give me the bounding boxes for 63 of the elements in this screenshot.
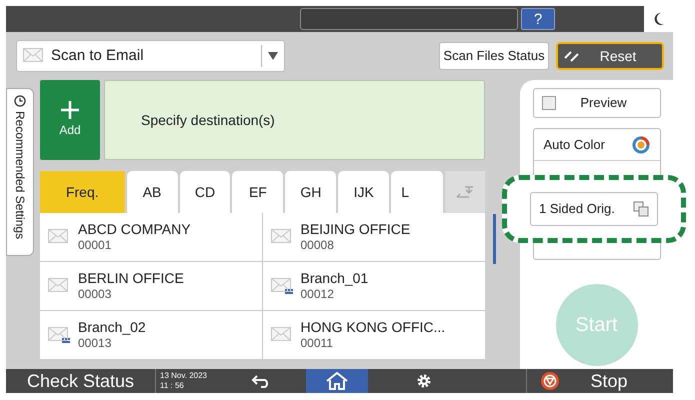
group-envelope-icon: [270, 278, 292, 294]
destination-item[interactable]: ABCD COMPANY 00001: [40, 213, 262, 262]
color-mode-button[interactable]: Auto Color: [534, 129, 660, 161]
destination-item[interactable]: BEIJING OFFICE 00008: [262, 213, 485, 262]
destination-name: ABCD COMPANY: [78, 220, 191, 238]
add-button[interactable]: Add: [40, 80, 100, 160]
help-button[interactable]: ?: [521, 8, 555, 30]
destination-number: 00003: [78, 287, 112, 302]
index-tab[interactable]: CD: [180, 171, 230, 213]
preview-button[interactable]: Preview: [532, 88, 660, 118]
index-tab[interactable]: AB: [126, 171, 178, 213]
preview-checkbox[interactable]: [542, 96, 556, 110]
original-type-button[interactable]: 1 Sided Orig.: [530, 192, 658, 226]
recommended-settings-tab[interactable]: Recommended Settings: [6, 88, 34, 256]
one-sided-icon: [633, 201, 649, 217]
index-tab[interactable]: EF: [232, 171, 284, 213]
index-tab[interactable]: IJK: [338, 171, 390, 213]
check-status-button[interactable]: Check Status: [6, 372, 155, 390]
home-button[interactable]: [306, 369, 368, 393]
destination-number: 00011: [300, 336, 334, 352]
back-arrow-icon: [251, 374, 271, 388]
destination-item[interactable]: BERLIN OFFICE 00003: [40, 262, 262, 311]
reset-icon: [564, 50, 580, 62]
destination-item[interactable]: Branch_01 00012: [262, 262, 485, 311]
destination-number: 00008: [300, 238, 335, 254]
reset-button[interactable]: Reset: [556, 42, 664, 70]
envelope-icon: [23, 48, 45, 64]
moon-icon: [652, 12, 664, 26]
destination-item[interactable]: HONG KONG OFFIC... 00011: [262, 311, 485, 360]
destination-name: HONG KONG OFFIC...: [300, 318, 446, 336]
scan-files-status-button[interactable]: Scan Files Status: [439, 42, 549, 70]
swap-icon: [454, 185, 475, 199]
envelope-icon: [270, 229, 292, 245]
plus-icon: [61, 101, 79, 119]
destination-number: 00012: [300, 287, 335, 302]
index-tab[interactable]: Freq.: [40, 171, 125, 213]
group-envelope-icon: [48, 327, 70, 343]
destination-prompt: Specify destination(s): [141, 110, 275, 130]
destination-number: 00013: [78, 336, 112, 352]
envelope-icon: [48, 278, 70, 294]
stop-button[interactable]: Stop: [527, 369, 673, 393]
destination-number: 00001: [78, 238, 112, 254]
caret-icon: [268, 52, 278, 60]
stop-icon: [541, 372, 559, 390]
color-wheel-icon: [632, 136, 650, 154]
scrollbar[interactable]: [493, 214, 496, 264]
date-text: 13 Nov. 2023: [160, 371, 208, 381]
destination-banner[interactable]: Specify destination(s): [104, 80, 485, 160]
function-dropdown[interactable]: Scan to Email: [16, 40, 285, 72]
settings-icon: [416, 373, 432, 389]
envelope-icon: [270, 327, 292, 343]
home-icon: [326, 372, 348, 390]
time-text: 11 : 56: [160, 381, 185, 391]
index-tab[interactable]: GH: [285, 171, 336, 213]
destination-name: BERLIN OFFICE: [78, 270, 184, 288]
destination-item[interactable]: Branch_02 00013: [40, 311, 262, 360]
destination-name: BEIJING OFFICE: [300, 220, 410, 238]
envelope-icon: [48, 229, 70, 245]
function-label: Scan to Email: [51, 46, 144, 66]
clock-icon: [14, 95, 26, 107]
index-tab[interactable]: L: [391, 171, 443, 213]
destination-name: Branch_01: [300, 270, 368, 288]
destination-name: Branch_02: [78, 318, 146, 336]
